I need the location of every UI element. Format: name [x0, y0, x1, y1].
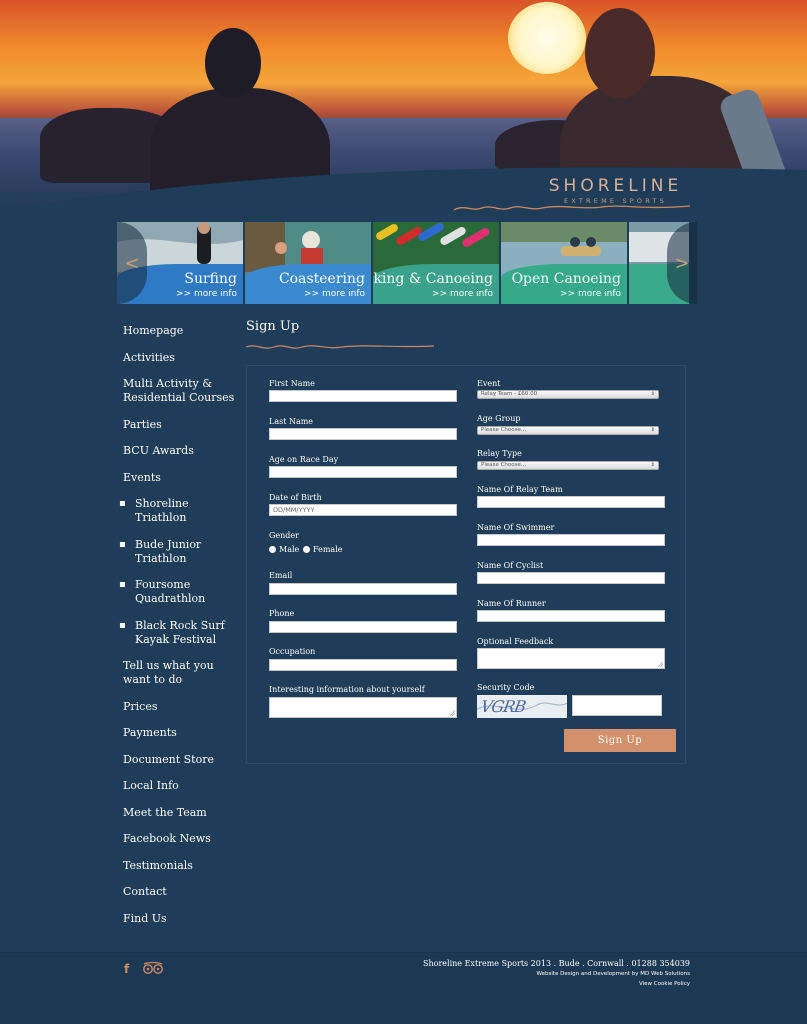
slide-more-link[interactable]: >> more info [560, 289, 621, 299]
first-name-input[interactable] [269, 390, 457, 402]
captcha-image: VGRB [477, 695, 567, 718]
sidebar-item-prices[interactable]: Prices [123, 700, 238, 714]
age-group-select-value: Please Choose... [481, 427, 527, 433]
first-name-label: First Name [269, 379, 315, 388]
swimmer-input[interactable] [477, 534, 665, 546]
age-group-select[interactable]: Please Choose... ⇕ [477, 426, 659, 435]
security-code-input[interactable] [572, 695, 662, 716]
last-name-label: Last Name [269, 417, 314, 426]
slide-more-link[interactable]: >> more info [432, 289, 493, 299]
gender-male-option[interactable]: Male [269, 545, 299, 554]
runner-input[interactable] [477, 610, 665, 622]
sidebar-subitem-shoreline-triathlon[interactable]: Shoreline Triathlon [119, 497, 238, 525]
sidebar-item-events[interactable]: Events [123, 471, 238, 485]
dob-input[interactable]: DD/MM/YYYY [269, 504, 457, 516]
slide-title: Kayaking & Canoeing [373, 271, 493, 287]
footer-credit-link[interactable]: Website Design and Development by MD Web… [536, 971, 690, 977]
sidebar-item-bcu-awards[interactable]: BCU Awards [123, 444, 238, 458]
captcha-text: VGRB [479, 697, 527, 716]
info-label: Interesting information about yourself [269, 685, 425, 694]
gender-female-option[interactable]: Female [303, 545, 343, 554]
relay-team-input[interactable] [477, 496, 665, 508]
swimmer-label: Name Of Swimmer [477, 523, 555, 532]
dob-label: Date of Birth [269, 493, 322, 502]
slide-title: Open Canoeing [511, 271, 621, 287]
feedback-label: Optional Feedback [477, 637, 554, 646]
occupation-label: Occupation [269, 647, 316, 656]
radio-male[interactable] [269, 546, 276, 553]
event-select-value: Relay Team - £60.00 [481, 391, 538, 397]
logo-squiggle [453, 205, 691, 211]
cyclist-input[interactable] [477, 572, 665, 584]
email-input[interactable] [269, 583, 457, 595]
radio-female[interactable] [303, 546, 310, 553]
sidebar-item-contact[interactable]: Contact [123, 885, 238, 899]
occupation-input[interactable] [269, 659, 457, 671]
sidebar-nav: Homepage Activities Multi Activity & Res… [119, 324, 238, 938]
sign-up-button[interactable]: Sign Up [564, 729, 676, 752]
footer-cookie-link[interactable]: View Cookie Policy [639, 981, 690, 987]
age-group-label: Age Group [477, 414, 521, 423]
sidebar-item-homepage[interactable]: Homepage [123, 324, 238, 338]
feedback-textarea[interactable] [477, 648, 665, 669]
age-label: Age on Race Day [269, 455, 339, 464]
title-squiggle [246, 345, 435, 349]
sidebar-subitem-black-rock[interactable]: Black Rock Surf Kayak Festival [119, 619, 238, 647]
sun [508, 2, 586, 74]
gender-female-label: Female [313, 545, 343, 554]
security-code-label: Security Code [477, 683, 535, 692]
gender-label: Gender [269, 531, 299, 540]
carousel-slide-coasteering[interactable]: Coasteering >> more info [245, 222, 371, 304]
sidebar-subitem-bude-junior-triathlon[interactable]: Bude Junior Triathlon [119, 538, 238, 566]
footer-company-info: Shoreline Extreme Sports 2013 . Bude . C… [423, 959, 690, 968]
select-caret-icon: ⇕ [650, 427, 655, 433]
sidebar-item-meet-the-team[interactable]: Meet the Team [123, 806, 238, 820]
sidebar-item-facebook-news[interactable]: Facebook News [123, 832, 238, 846]
runner-label: Name Of Runner [477, 599, 546, 608]
relay-type-select[interactable]: Please Choose... ⇕ [477, 461, 659, 470]
relay-type-label: Relay Type [477, 449, 522, 458]
logo-text: SHORELINE [548, 176, 683, 196]
slide-more-link[interactable]: >> more info [304, 289, 365, 299]
person-silhouette-head [585, 8, 655, 98]
sidebar-subitem-foursome-quadrathlon[interactable]: Foursome Quadrathlon [119, 578, 238, 606]
page-title: Sign Up [246, 319, 300, 334]
phone-label: Phone [269, 609, 295, 618]
site-logo[interactable]: SHORELINE EXTREME SPORTS [538, 176, 693, 205]
select-caret-icon: ⇕ [650, 391, 655, 397]
relay-type-select-value: Please Choose... [481, 462, 527, 468]
carousel-slide-kayaking[interactable]: Kayaking & Canoeing >> more info [373, 222, 499, 304]
person-silhouette-head [205, 28, 261, 98]
sidebar-item-find-us[interactable]: Find Us [123, 912, 238, 926]
info-textarea[interactable] [269, 697, 457, 718]
slide-title: Coasteering [278, 271, 365, 287]
select-caret-icon: ⇕ [650, 462, 655, 468]
sidebar-item-activities[interactable]: Activities [123, 351, 238, 365]
event-select[interactable]: Relay Team - £60.00 ⇕ [477, 390, 659, 399]
sidebar-item-payments[interactable]: Payments [123, 726, 238, 740]
sidebar-item-document-store[interactable]: Document Store [123, 753, 238, 767]
sidebar-item-tell-us[interactable]: Tell us what you want to do [123, 659, 238, 687]
activity-carousel: Surfing >> more info Coasteering >> more… [117, 222, 689, 304]
sidebar-item-local-info[interactable]: Local Info [123, 779, 238, 793]
carousel-slide-open-canoeing[interactable]: Open Canoeing >> more info [501, 222, 627, 304]
email-label: Email [269, 571, 293, 580]
cyclist-label: Name Of Cyclist [477, 561, 544, 570]
sidebar-item-parties[interactable]: Parties [123, 418, 238, 432]
facebook-icon[interactable]: f [124, 962, 129, 976]
last-name-input[interactable] [269, 428, 457, 440]
tripadvisor-icon[interactable] [142, 962, 164, 974]
sidebar-item-multi-activity[interactable]: Multi Activity & Residential Courses [123, 377, 238, 405]
sidebar-item-testimonials[interactable]: Testimonials [123, 859, 238, 873]
gender-male-label: Male [279, 545, 300, 554]
slide-title: Surfing [184, 271, 237, 287]
phone-input[interactable] [269, 621, 457, 633]
relay-team-label: Name Of Relay Team [477, 485, 563, 494]
event-label: Event [477, 379, 501, 388]
age-input[interactable] [269, 466, 457, 478]
slide-more-link[interactable]: >> more info [176, 289, 237, 299]
